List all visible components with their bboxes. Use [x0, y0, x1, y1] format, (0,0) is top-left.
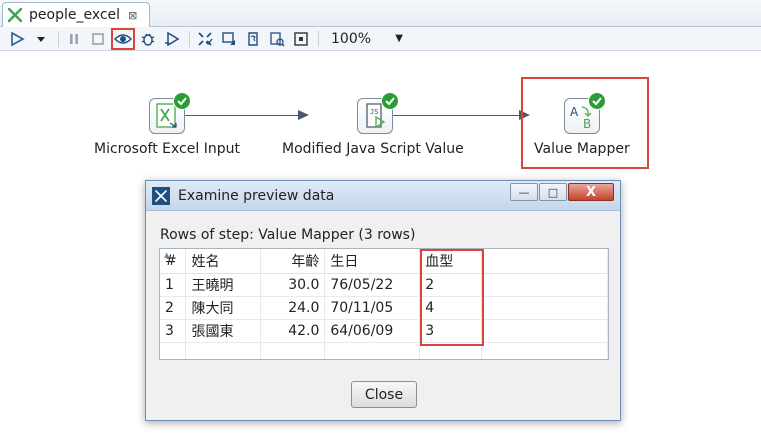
hop-js-to-mapper[interactable] [393, 115, 523, 116]
row-number-cell: 2 [160, 296, 187, 320]
tab-close-icon[interactable]: ⊠ [128, 9, 137, 22]
transformation-toolbar: 100% ▼ [0, 27, 761, 51]
layout-icon[interactable] [290, 28, 312, 50]
blood-type-highlight-box [420, 249, 484, 346]
filler-cell [481, 296, 608, 320]
tab-title: people_excel [29, 7, 121, 23]
step-label-excel-input: Microsoft Excel Input [94, 141, 240, 157]
column-header-age[interactable]: 年齡 [260, 249, 326, 274]
editor-tab-bar: people_excel ⊠ [0, 0, 761, 27]
empty-row [160, 342, 608, 359]
table-row[interactable]: 3 張國東 42.0 64/06/09 3 [160, 319, 608, 343]
maximize-button[interactable]: □ [539, 183, 567, 201]
column-header-name[interactable]: 姓名 [185, 249, 262, 274]
hop-excel-to-js[interactable] [185, 115, 299, 116]
age-cell: 42.0 [260, 319, 326, 343]
dropdown-icon[interactable] [30, 28, 52, 50]
column-header-filler [481, 249, 608, 274]
examine-preview-data-dialog: Examine preview data — □ X Rows of step:… [145, 180, 621, 421]
sort-caret-icon: ▲ [164, 251, 170, 259]
svg-text:JS: JS [370, 108, 378, 116]
age-cell: 24.0 [260, 296, 326, 320]
grid-header-row: ▲ # 姓名 年齡 生日 血型 [160, 249, 608, 274]
step-ok-check-icon [381, 92, 399, 110]
sql-icon[interactable] [242, 28, 264, 50]
value-mapper-highlight-box [521, 77, 649, 169]
zoom-select[interactable]: 100% ▼ [329, 29, 409, 49]
toolbar-separator [189, 30, 190, 47]
table-row[interactable]: 1 王曉明 30.0 76/05/22 2 [160, 273, 608, 297]
row-number-cell: 3 [160, 319, 187, 343]
step-label-js-value: Modified Java Script Value [282, 141, 464, 157]
verify-icon[interactable] [194, 28, 216, 50]
debug-icon[interactable] [137, 28, 159, 50]
window-controls: — □ X [509, 183, 614, 201]
table-row[interactable]: 2 陳大同 24.0 70/11/05 4 [160, 296, 608, 320]
birthday-cell: 76/05/22 [324, 273, 421, 297]
tab-people-excel[interactable]: people_excel ⊠ [2, 2, 150, 27]
hop-arrowhead-icon [298, 110, 309, 120]
row-number-cell: 1 [160, 273, 187, 297]
preview-eye-icon[interactable] [111, 27, 135, 50]
minimize-button[interactable]: — [510, 183, 538, 201]
filler-cell [481, 273, 608, 297]
zoom-value: 100% [331, 30, 372, 47]
stop-icon[interactable] [87, 28, 109, 50]
pause-icon[interactable] [63, 28, 85, 50]
explore-db-icon[interactable] [266, 28, 288, 50]
window-close-button[interactable]: X [568, 183, 614, 201]
name-cell: 張國東 [185, 319, 262, 343]
run-icon[interactable] [6, 28, 28, 50]
replay-icon[interactable] [161, 28, 183, 50]
rows-of-step-label: Rows of step: Value Mapper (3 rows) [160, 227, 416, 243]
column-header-birthday[interactable]: 生日 [324, 249, 421, 274]
toolbar-separator [58, 30, 59, 47]
step-ok-check-icon [173, 92, 191, 110]
chevron-down-icon: ▼ [395, 33, 403, 44]
transformation-icon [7, 7, 23, 23]
name-cell: 王曉明 [185, 273, 262, 297]
name-cell: 陳大同 [185, 296, 262, 320]
birthday-cell: 70/11/05 [324, 296, 421, 320]
column-header-row-number[interactable]: ▲ # [160, 249, 187, 274]
age-cell: 30.0 [260, 273, 326, 297]
dialog-title: Examine preview data [178, 187, 335, 204]
toolbar-separator [318, 30, 319, 47]
close-button[interactable]: Close [351, 381, 417, 408]
spoon-icon [152, 186, 170, 205]
birthday-cell: 64/06/09 [324, 319, 421, 343]
dialog-title-bar[interactable]: Examine preview data — □ X [146, 181, 620, 211]
filler-cell [481, 319, 608, 343]
impact-icon[interactable] [218, 28, 240, 50]
preview-data-grid[interactable]: ▲ # 姓名 年齡 生日 血型 1 王曉明 30.0 76/05/22 2 2 … [159, 248, 609, 360]
